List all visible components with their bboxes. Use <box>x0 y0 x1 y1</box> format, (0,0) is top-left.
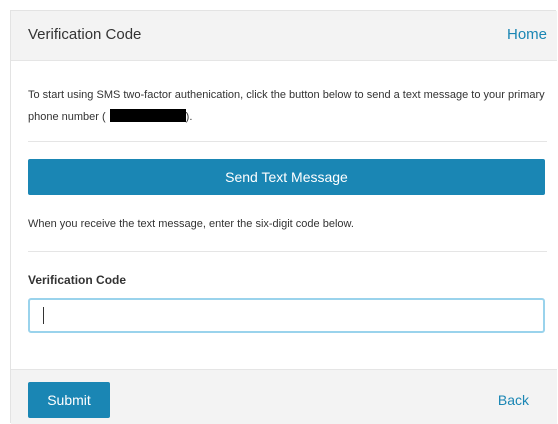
intro-text-before: To start using SMS two-factor authenicat… <box>28 89 545 123</box>
send-text-message-button[interactable]: Send Text Message <box>28 159 545 195</box>
home-link[interactable]: Home <box>507 26 547 43</box>
divider <box>28 251 547 252</box>
text-cursor <box>43 307 44 324</box>
panel-footer: Submit Back <box>11 369 557 424</box>
page-title: Verification Code <box>28 26 142 43</box>
divider <box>28 141 547 142</box>
back-link[interactable]: Back <box>498 392 529 408</box>
submit-button[interactable]: Submit <box>28 382 110 418</box>
verification-code-input[interactable] <box>28 298 545 333</box>
redacted-phone-number <box>109 109 186 122</box>
intro-text: To start using SMS two-factor authenicat… <box>28 84 548 128</box>
intro-text-after: ). <box>185 111 193 123</box>
verification-panel: Verification Code Home To start using SM… <box>10 10 557 424</box>
panel-header: Verification Code Home <box>11 11 557 61</box>
verification-code-label: Verification Code <box>28 273 127 287</box>
receive-instruction: When you receive the text message, enter… <box>28 218 354 230</box>
